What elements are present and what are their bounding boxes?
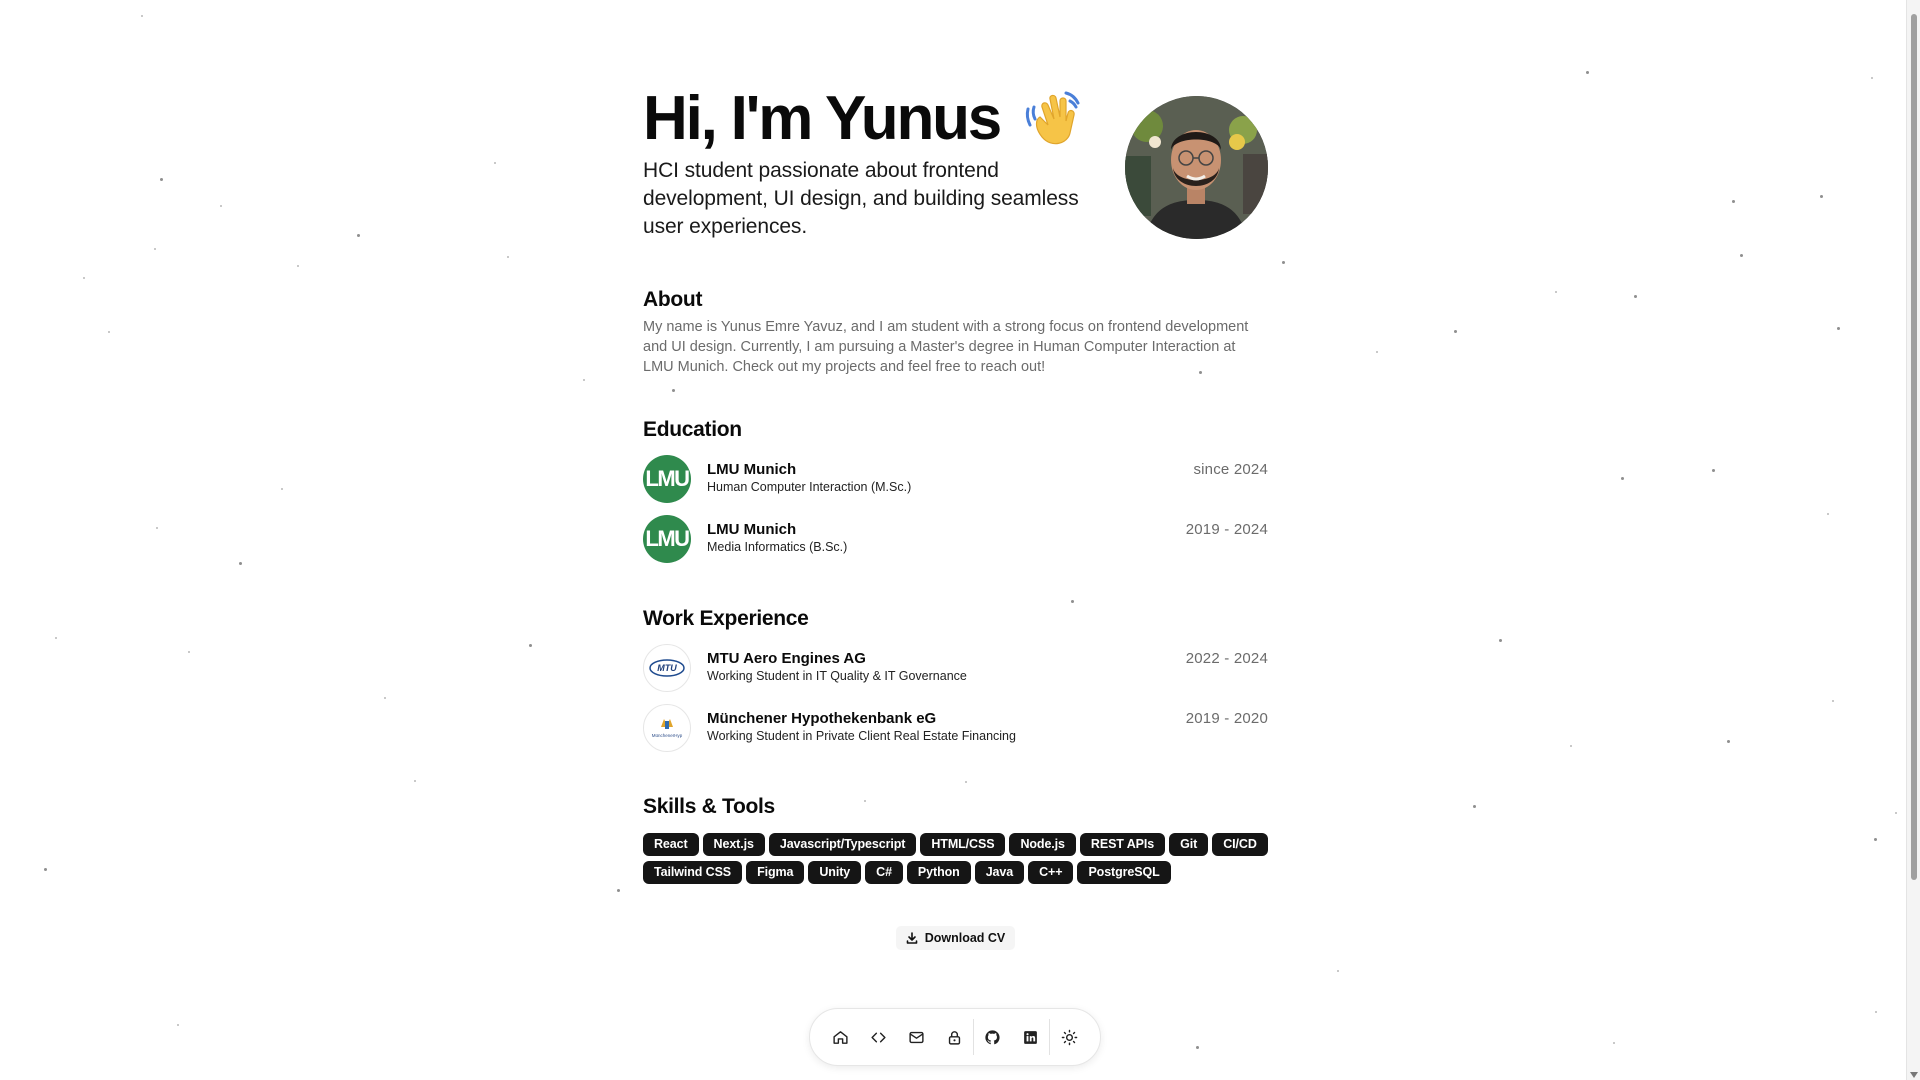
entry-date: 2019 - 2024 [1185,521,1268,538]
main-content: Hi, I'm Yunus HCI student passionate abo… [643,84,1268,950]
entry-name: LMU Munich [707,521,797,538]
about-text: My name is Yunus Emre Yavuz, and I am st… [643,319,1249,375]
download-cv-label: Download CV [924,931,1006,945]
logo-text: LMU [645,526,690,551]
skills-title: Skills & Tools [643,795,775,818]
skill-tag: Unity [808,861,862,884]
download-cv-button[interactable]: Download CV [895,926,1016,950]
muenchenerhyp-logo-text: MünchenerHyp [652,733,683,738]
skill-tag: REST APIs [1079,833,1166,856]
work-entry[interactable]: MTU MTU Aero Engines AG Working Student … [643,644,1268,704]
skills-tag-list: React Next.js Javascript/Typescript HTML/CS… [643,833,1268,884]
entry-date: 2022 - 2024 [1185,650,1268,667]
sun-icon [1061,1029,1077,1045]
cv-wrapper: Download CV [643,926,1268,950]
skills-section: Skills & Tools React Next.js Javascript/Ty… [643,794,1268,884]
work-entry[interactable]: MünchenerHyp Münchener Hypothekenbank eG… [643,704,1268,764]
mtu-logo-mark: MTU [649,659,685,677]
entry-date: 2019 - 2020 [1185,710,1268,727]
lmu-logo: LMU [643,515,691,563]
entry-text: LMU Munich Human Computer Interaction (M… [707,455,911,496]
home-icon [833,1030,848,1044]
education-entry[interactable]: LMU LMU Munich Human Computer Interactio… [643,455,1268,515]
skill-tag: Python [906,861,971,884]
entry-role: Working Student in Private Client Real E… [707,729,1016,743]
entry-text: LMU Munich Media Informatics (B.Sc.) [707,515,847,556]
skill-tag: Tailwind CSS [643,861,743,884]
dock-linkedin-button[interactable] [1012,1017,1050,1057]
skill-tag: Git [1169,833,1209,856]
linkedin-icon [1024,1030,1037,1044]
scroll-down-arrow[interactable] [1910,1072,1918,1078]
waving-hand-icon [1025,91,1080,145]
hero-title-text: Hi, I'm Yunus [643,84,1002,153]
logo-text: LMU [645,466,690,491]
work-experience-section: Work Experience MTU MTU Aero Engines AG … [643,606,1268,764]
muenchenerhyp-logo: MünchenerHyp [643,704,691,752]
dock-home-button[interactable] [822,1017,860,1057]
muenchenerhyp-logo-mark: MünchenerHyp [652,719,683,738]
code-icon [871,1032,886,1042]
github-icon [985,1029,1000,1044]
skill-tag: HTML/CSS [920,833,1006,856]
skill-tag: Node.js [1009,833,1076,856]
skill-tag: Next.js [702,833,765,856]
mtu-logo-text: MTU [657,663,677,673]
profile-photo [1125,96,1268,239]
lmu-logo: LMU [643,455,691,503]
about-title: About [643,288,703,311]
skill-tag: CI/CD [1212,833,1268,856]
mtu-logo: MTU [643,644,691,692]
skill-tag: Javascript/Typescript [768,833,917,856]
entry-role: Media Informatics (B.Sc.) [707,540,848,554]
education-title: Education [643,418,742,441]
skill-tag: Java [974,861,1025,884]
dock-github-button[interactable] [974,1017,1012,1057]
skill-tag: C++ [1028,861,1074,884]
dock-theme-toggle[interactable] [1050,1017,1088,1057]
education-entry[interactable]: LMU LMU Munich Media Informatics (B.Sc.)… [643,515,1268,575]
education-section: Education LMU LMU Munich Human Computer … [643,417,1268,575]
entry-text: MTU Aero Engines AG Working Student in I… [707,644,967,685]
download-icon [906,932,918,944]
dock-projects-button[interactable] [860,1017,898,1057]
skill-tag: React [643,833,699,856]
hero-text: Hi, I'm Yunus HCI student passionate abo… [643,84,1103,241]
hero-title: Hi, I'm Yunus [643,84,1103,154]
work-experience-title: Work Experience [643,607,809,630]
skill-tag: Figma [746,861,805,884]
hero-section: Hi, I'm Yunus HCI student passionate abo… [643,84,1268,244]
entry-name: Münchener Hypothekenbank eG [707,710,937,727]
entry-text: Münchener Hypothekenbank eG Working Stud… [707,704,1016,745]
about-section: About My name is Yunus Emre Yavuz, and I… [643,287,1268,377]
lock-icon [948,1030,960,1045]
entry-name: MTU Aero Engines AG [707,650,866,667]
avatar [1125,96,1268,239]
skill-tag: C# [865,861,903,884]
page-scrollbar[interactable] [1906,0,1920,1080]
scrollbar-thumb[interactable] [1911,14,1917,880]
entry-role: Working Student in IT Quality & IT Gover… [707,669,967,683]
entry-name: LMU Munich [707,461,797,478]
entry-role: Human Computer Interaction (M.Sc.) [707,480,912,494]
entry-date: since 2024 [1193,461,1268,478]
dock-mail-button[interactable] [897,1017,935,1057]
dock-lock-button[interactable] [935,1017,973,1057]
skill-tag: PostgreSQL [1077,861,1171,884]
hero-subtitle: HCI student passionate about frontend de… [643,159,1079,238]
mail-icon [909,1031,924,1043]
bottom-dock [809,1008,1101,1066]
